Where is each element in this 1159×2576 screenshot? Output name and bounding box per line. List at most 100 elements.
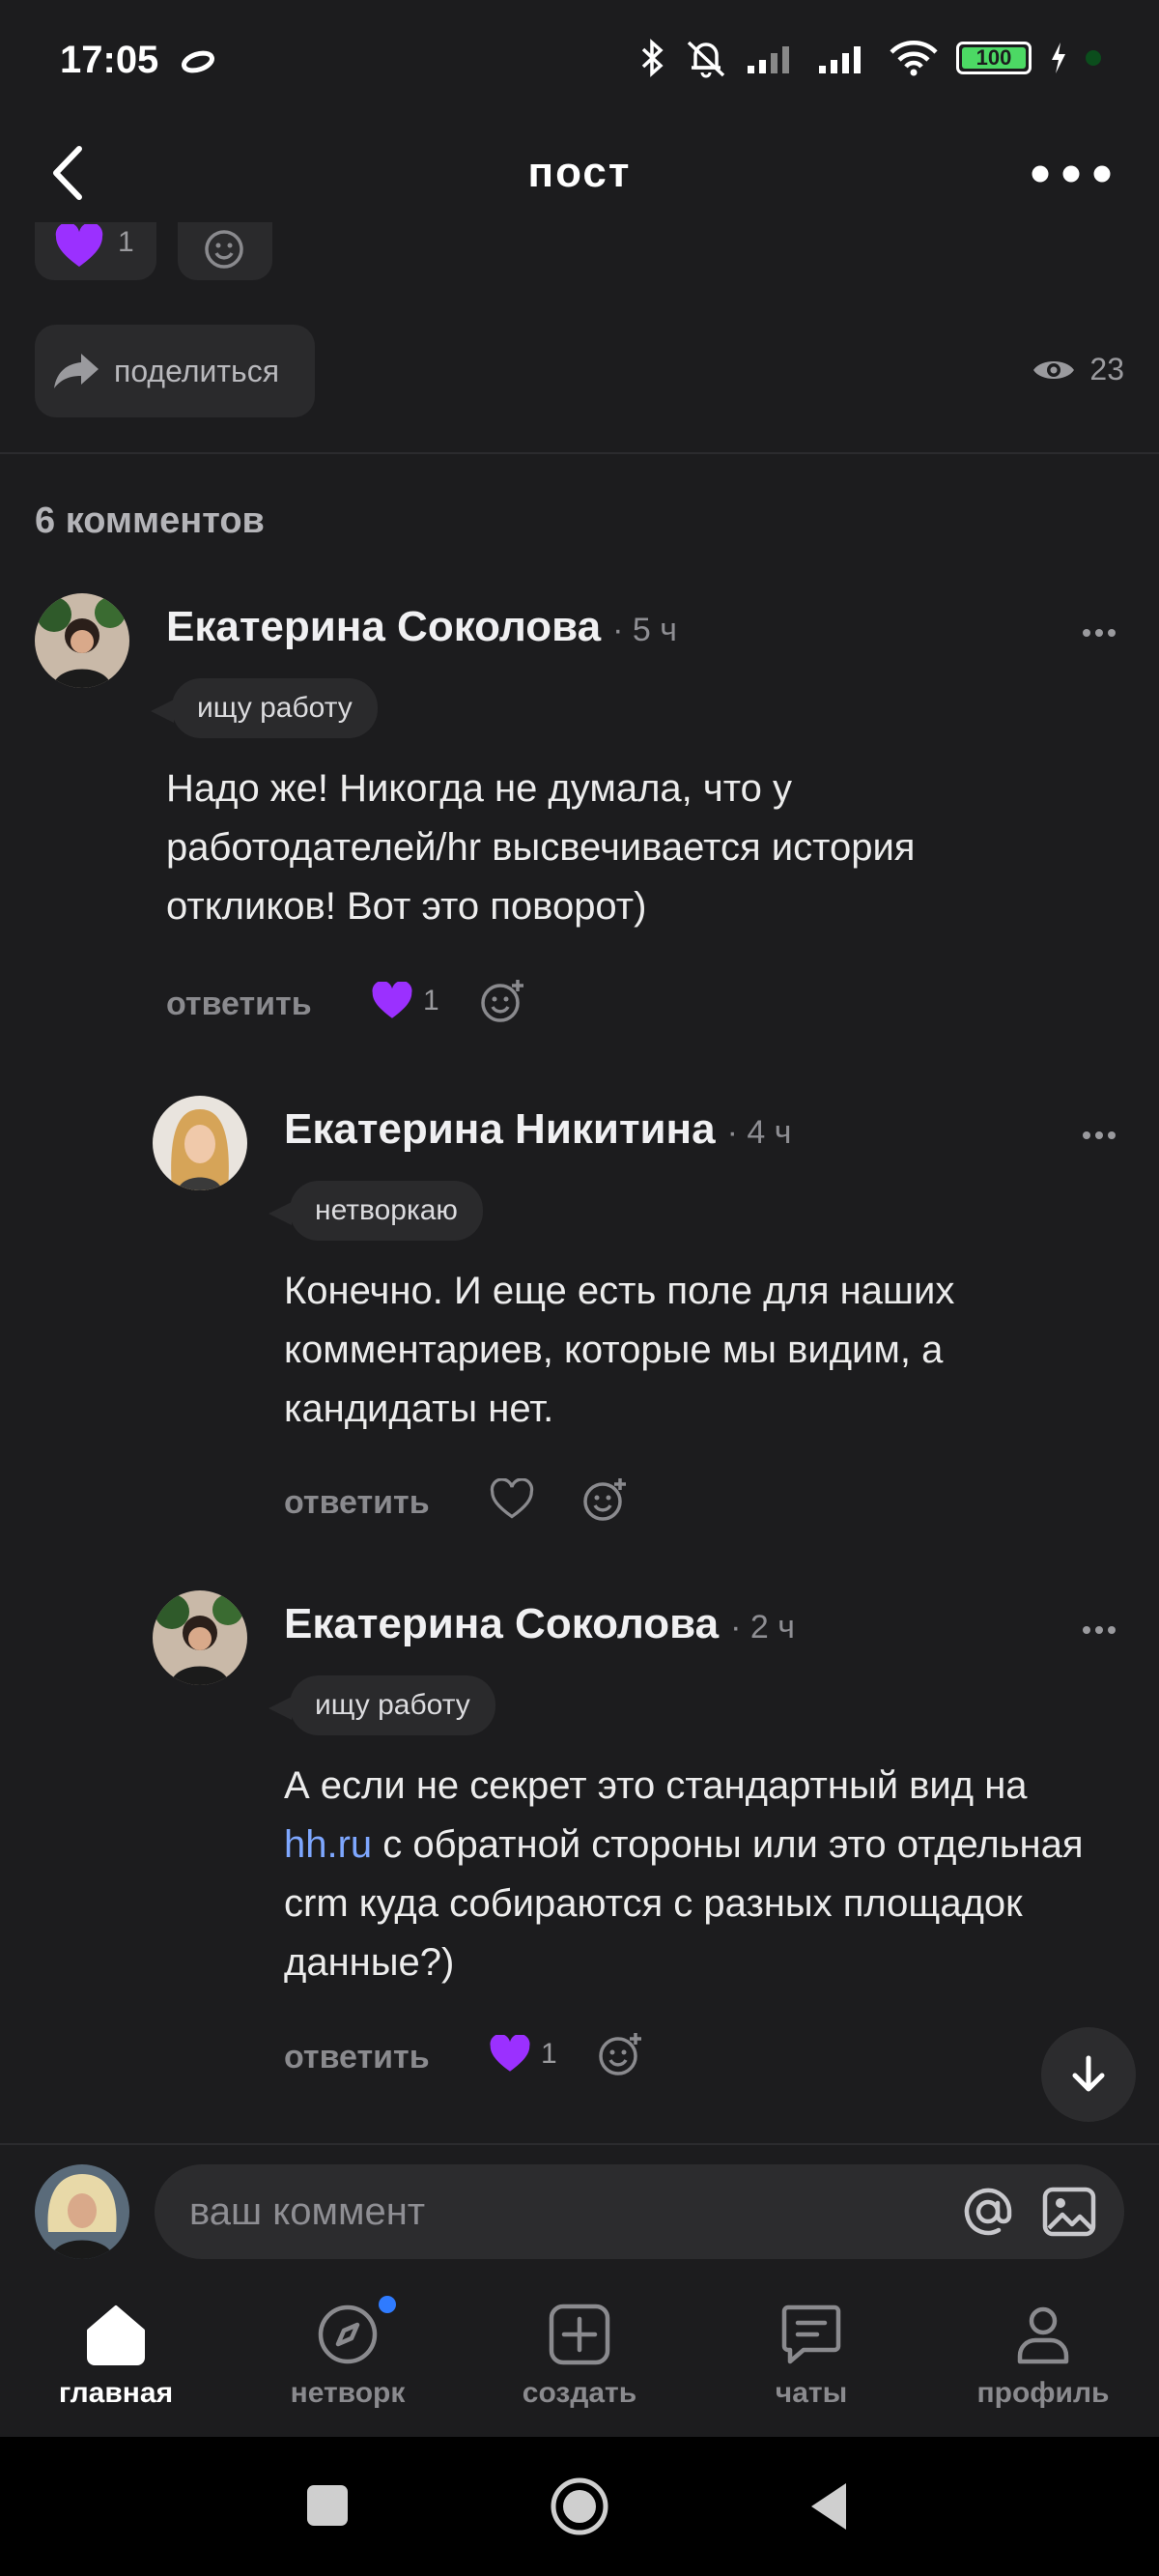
bottom-navigation: главная нетворк создать чаты профиль <box>0 2290 1159 2437</box>
more-dots-icon <box>1083 1626 1116 1634</box>
bell-muted-icon <box>687 41 725 78</box>
comment-input[interactable]: ваш коммент <box>155 2164 1124 2259</box>
smiley-add-icon <box>599 2033 641 2075</box>
smiley-add-icon <box>583 1478 626 1521</box>
post-reactions: 1 <box>0 222 1159 300</box>
comment: Екатерина Соколова · 2 ч ищу работу А ес… <box>0 1577 1159 2118</box>
eye-icon <box>1033 360 1075 379</box>
post-like-count: 1 <box>118 226 134 258</box>
like-count: 1 <box>541 2038 557 2070</box>
comment-time: · 2 ч <box>730 1609 795 1646</box>
comment-link[interactable]: hh.ru <box>284 1823 372 1866</box>
smiley-add-icon <box>205 230 243 269</box>
add-reaction-button[interactable] <box>479 978 525 1029</box>
add-reaction-button[interactable] <box>581 1476 628 1528</box>
share-label: поделиться <box>114 353 280 388</box>
nav-label: главная <box>58 2377 174 2409</box>
nav-label: нетворк <box>290 2377 406 2409</box>
home-icon <box>87 2305 145 2365</box>
nav-home[interactable]: главная <box>19 2290 212 2437</box>
comment-input-placeholder: ваш коммент <box>189 2190 426 2233</box>
back-system-button[interactable] <box>807 2479 850 2533</box>
nav-profile[interactable]: профиль <box>947 2290 1140 2437</box>
comment-more-button[interactable] <box>1070 1121 1128 1150</box>
post-like-button[interactable]: 1 <box>35 222 156 280</box>
avatar <box>35 2164 129 2259</box>
like-count: 1 <box>423 985 439 1016</box>
status-time: 17:05 <box>60 39 159 81</box>
more-dots-icon <box>1032 165 1111 183</box>
status-tag: ищу работу <box>269 1675 495 1735</box>
nav-label: создать <box>522 2377 637 2409</box>
heart-icon <box>372 982 412 1018</box>
reply-button[interactable]: ответить <box>284 2039 430 2076</box>
like-button[interactable]: 1 <box>489 2035 557 2074</box>
home-system-button[interactable] <box>549 2476 610 2537</box>
reply-button[interactable]: ответить <box>166 986 312 1023</box>
comment-text: А если не секрет это стандартный вид на … <box>284 1757 1115 1992</box>
avatar[interactable] <box>35 593 129 688</box>
recents-button[interactable] <box>307 2485 348 2526</box>
nav-create[interactable]: создать <box>483 2290 676 2437</box>
divider <box>0 2143 1159 2145</box>
input-actions <box>960 2184 1097 2240</box>
comment-more-button[interactable] <box>1070 618 1128 647</box>
system-navigation-bar <box>0 2437 1159 2576</box>
chat-icon <box>781 2304 841 2364</box>
share-arrow-icon <box>54 354 99 388</box>
comment-author[interactable]: Екатерина Соколова <box>284 1600 719 1648</box>
comment-text: Надо же! Никогда не думала, что у работо… <box>166 767 916 928</box>
status-tag: ищу работу <box>151 678 378 738</box>
mention-icon[interactable] <box>960 2184 1016 2240</box>
plus-square-icon <box>549 2304 610 2365</box>
avatar[interactable] <box>153 1590 247 1685</box>
post-add-reaction-button[interactable] <box>178 222 272 280</box>
status-icons: 100 <box>637 37 1101 79</box>
status-tag: нетворкаю <box>269 1181 483 1241</box>
smiley-add-icon <box>481 980 523 1022</box>
scroll-down-button[interactable] <box>1041 2027 1136 2122</box>
back-button[interactable] <box>39 139 97 207</box>
person-icon <box>1017 2306 1069 2364</box>
image-icon[interactable] <box>1041 2184 1097 2240</box>
comment: Екатерина Соколова · 5 ч ищу работу Надо… <box>0 580 1159 1034</box>
more-dots-icon <box>1083 629 1116 637</box>
bluetooth-icon <box>641 39 664 77</box>
more-options-button[interactable] <box>1028 147 1115 201</box>
add-reaction-button[interactable] <box>597 2031 643 2082</box>
nav-chats[interactable]: чаты <box>715 2290 908 2437</box>
more-dots-icon <box>1083 1131 1116 1139</box>
page-title: пост <box>527 149 632 196</box>
reply-button[interactable]: ответить <box>284 1484 430 1522</box>
unread-dot <box>379 2296 396 2313</box>
comments-count-heading: 6 комментов <box>35 501 265 541</box>
privacy-dot <box>1086 50 1101 66</box>
avatar[interactable] <box>153 1096 247 1190</box>
comment-author[interactable]: Екатерина Никитина <box>284 1105 716 1154</box>
comment-time: · 5 ч <box>612 612 677 648</box>
views-counter: 23 <box>1032 352 1124 387</box>
signal-icon-1 <box>748 46 789 73</box>
comment-text-part: с обратной стороны или это отдельная crm… <box>284 1823 1084 1984</box>
chevron-left-icon <box>53 146 82 200</box>
nav-network[interactable]: нетворк <box>251 2290 444 2437</box>
like-button[interactable]: 1 <box>371 982 439 1020</box>
comment-author[interactable]: Екатерина Соколова <box>166 603 601 651</box>
battery-level: 100 <box>975 45 1012 70</box>
arrow-down-icon <box>1072 2055 1105 2092</box>
comment: Екатерина Никитина · 4 ч нетворкаю Конеч… <box>0 1082 1159 1536</box>
comment-text: Конечно. И еще есть поле для наших комме… <box>284 1270 955 1430</box>
share-button[interactable]: поделиться <box>35 325 315 417</box>
heart-outline-icon <box>490 1478 534 1519</box>
like-button[interactable] <box>489 1478 535 1521</box>
divider <box>0 452 1159 454</box>
wifi-icon <box>890 41 938 76</box>
heart-icon <box>490 2035 530 2072</box>
comment-time: · 4 ч <box>726 1114 792 1151</box>
comment-more-button[interactable] <box>1070 1616 1128 1645</box>
header: пост <box>0 126 1159 222</box>
heart-icon <box>55 224 103 267</box>
views-count: 23 <box>1089 352 1124 386</box>
charging-icon <box>1052 43 1065 73</box>
compass-icon <box>318 2304 378 2364</box>
